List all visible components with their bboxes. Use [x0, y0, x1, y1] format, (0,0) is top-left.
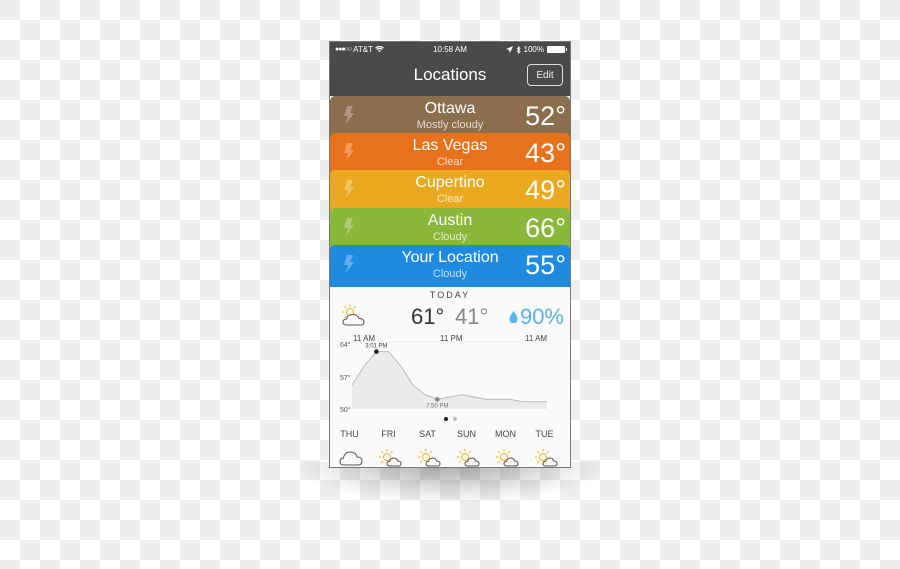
- battery-percent: 100%: [523, 45, 544, 54]
- forecast-day: THU: [340, 429, 359, 439]
- max-point: [374, 349, 379, 354]
- forecast-day: SAT: [419, 429, 436, 439]
- bluetooth-icon: [516, 45, 521, 54]
- forecast-day: FRI: [381, 429, 396, 439]
- location-row[interactable]: Cupertino Clear 49°: [330, 170, 570, 212]
- phone-screen: ●●●○○ AT&T 10:58 AM 100% Locations Edit …: [329, 41, 571, 468]
- location-row[interactable]: Your Location Cloudy 55°: [330, 245, 570, 287]
- precipitation: 90%: [509, 304, 564, 330]
- high-temp: 61°: [411, 304, 445, 329]
- today-panel: TODAY 61° 41° 90% 11 AM 11 PM 11 AM 64° …: [330, 287, 570, 467]
- page-indicator[interactable]: [330, 417, 570, 421]
- forecast-icons: [330, 447, 570, 467]
- partly-cloudy-icon: [448, 447, 487, 467]
- edit-button[interactable]: Edit: [527, 64, 563, 86]
- today-label: TODAY: [429, 290, 471, 300]
- location-row[interactable]: Las Vegas Clear 43°: [330, 133, 570, 175]
- location-temp: 52°: [525, 101, 566, 131]
- device-shadow: [300, 462, 600, 502]
- location-temp: 55°: [525, 250, 566, 280]
- y-axis-label: 50°: [340, 406, 351, 414]
- partly-cloudy-icon: [487, 447, 526, 467]
- page-dot-active[interactable]: [443, 417, 448, 421]
- location-temp: 43°: [525, 138, 566, 168]
- partly-cloudy-icon: [409, 447, 448, 467]
- max-annotation: 3:01 PM: [365, 344, 387, 350]
- location-arrow-icon: [505, 46, 513, 53]
- forecast-day: TUE: [535, 429, 554, 439]
- forecast-days: THU FRI SAT SUN MON TUE: [330, 429, 570, 439]
- status-bar: ●●●○○ AT&T 10:58 AM 100%: [330, 45, 570, 57]
- location-row[interactable]: Austin Cloudy 66°: [330, 208, 570, 250]
- page-dot[interactable]: [452, 417, 457, 421]
- location-temp: 49°: [525, 175, 566, 205]
- forecast-day: SUN: [456, 429, 476, 439]
- precip-value: 90%: [519, 304, 564, 329]
- partly-cloudy-icon: [342, 304, 365, 326]
- partly-cloudy-icon: [526, 447, 565, 467]
- location-row[interactable]: Ottawa Mostly cloudy 52°: [330, 96, 570, 138]
- temperature-chart[interactable]: 64° 57° 50° 3:01 PM 7:50 PM: [330, 339, 570, 419]
- location-temp: 66°: [525, 213, 566, 243]
- cloud-icon: [331, 447, 370, 467]
- y-axis-label: 57°: [340, 374, 351, 382]
- min-annotation: 7:50 PM: [426, 403, 448, 409]
- raindrop-icon: [509, 311, 518, 323]
- low-temp: 41°: [455, 304, 489, 329]
- forecast-day: MON: [495, 429, 516, 439]
- nav-header: ●●●○○ AT&T 10:58 AM 100% Locations Edit: [330, 42, 570, 96]
- min-point: [435, 397, 440, 402]
- y-axis-label: 64°: [340, 341, 351, 349]
- battery-icon: [547, 46, 567, 53]
- partly-cloudy-icon: [370, 447, 409, 467]
